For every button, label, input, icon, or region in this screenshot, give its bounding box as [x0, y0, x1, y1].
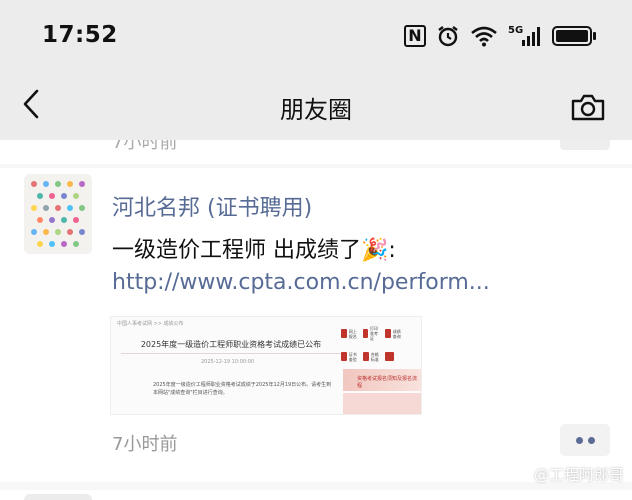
post-image-preview[interactable]: 中国人事考试网 >> 成绩公布 2025年度一级造价工程师职业资格考试成绩已公布… [110, 316, 422, 415]
preview-title: 2025年度一级造价工程师职业资格考试成绩已公布 [140, 340, 322, 349]
5g-signal-icon: 5G [508, 25, 540, 46]
post-link[interactable]: http://www.cpta.com.cn/perform... [112, 270, 562, 295]
preview-breadcrumb: 中国人事考试网 >> 成绩公布 [117, 321, 184, 327]
nav-bar: 朋友圈 [0, 72, 632, 140]
preview-tile: 合格标准 [363, 349, 381, 366]
more-dot-icon [587, 436, 595, 444]
avatar[interactable] [24, 174, 92, 254]
page-title: 朋友圈 [280, 96, 352, 124]
preview-tile [385, 349, 403, 366]
preview-date: 2025-12-19 10:00:00 [201, 359, 255, 365]
post-text: 一级造价工程师 出成绩了🎉: [112, 238, 396, 263]
moment-post: 河北名邦 (证书聘用) 一级造价工程师 出成绩了🎉: http://www.cp… [0, 168, 632, 482]
preview-banner: 资格考试报名须知及报名流程 [343, 369, 421, 391]
nfc-icon: N [404, 25, 426, 47]
wifi-icon [471, 26, 497, 47]
preview-tile: 证书查验 [341, 349, 359, 366]
previous-post-time: 7小时前 [112, 140, 178, 153]
post-more-button[interactable] [560, 424, 610, 456]
watermark: @工程阿郎哥 [533, 466, 624, 484]
preview-body: 2025年度一级造价工程师职业资格考试成绩于2025年12月19日公布。请考生到… [153, 382, 332, 396]
status-bar: 17:52 N 5G [0, 0, 632, 72]
preview-tile: 打印准考证 [363, 323, 381, 345]
status-time: 17:52 [42, 22, 118, 48]
preview-banner-secondary [343, 393, 421, 414]
previous-post-more-button[interactable] [560, 140, 610, 150]
post-time: 7小时前 [112, 434, 178, 455]
status-icons: N 5G [404, 24, 596, 48]
battery-icon [552, 26, 596, 46]
next-post-avatar[interactable] [24, 494, 92, 500]
next-post [0, 490, 632, 500]
camera-icon[interactable] [570, 92, 606, 122]
post-author[interactable]: 河北名邦 (证书聘用) [112, 190, 312, 222]
preview-tile: 网上报名 [341, 323, 359, 345]
preview-divider [121, 353, 341, 354]
network-label: 5G [508, 25, 523, 36]
preview-tile-grid: 网上报名 打印准考证 成绩查询 证书查验 合格标准 [341, 323, 421, 365]
previous-post: 7小时前 [0, 140, 632, 164]
alarm-icon [438, 26, 458, 47]
more-dot-icon [575, 436, 583, 444]
preview-tile: 成绩查询 [385, 323, 403, 345]
